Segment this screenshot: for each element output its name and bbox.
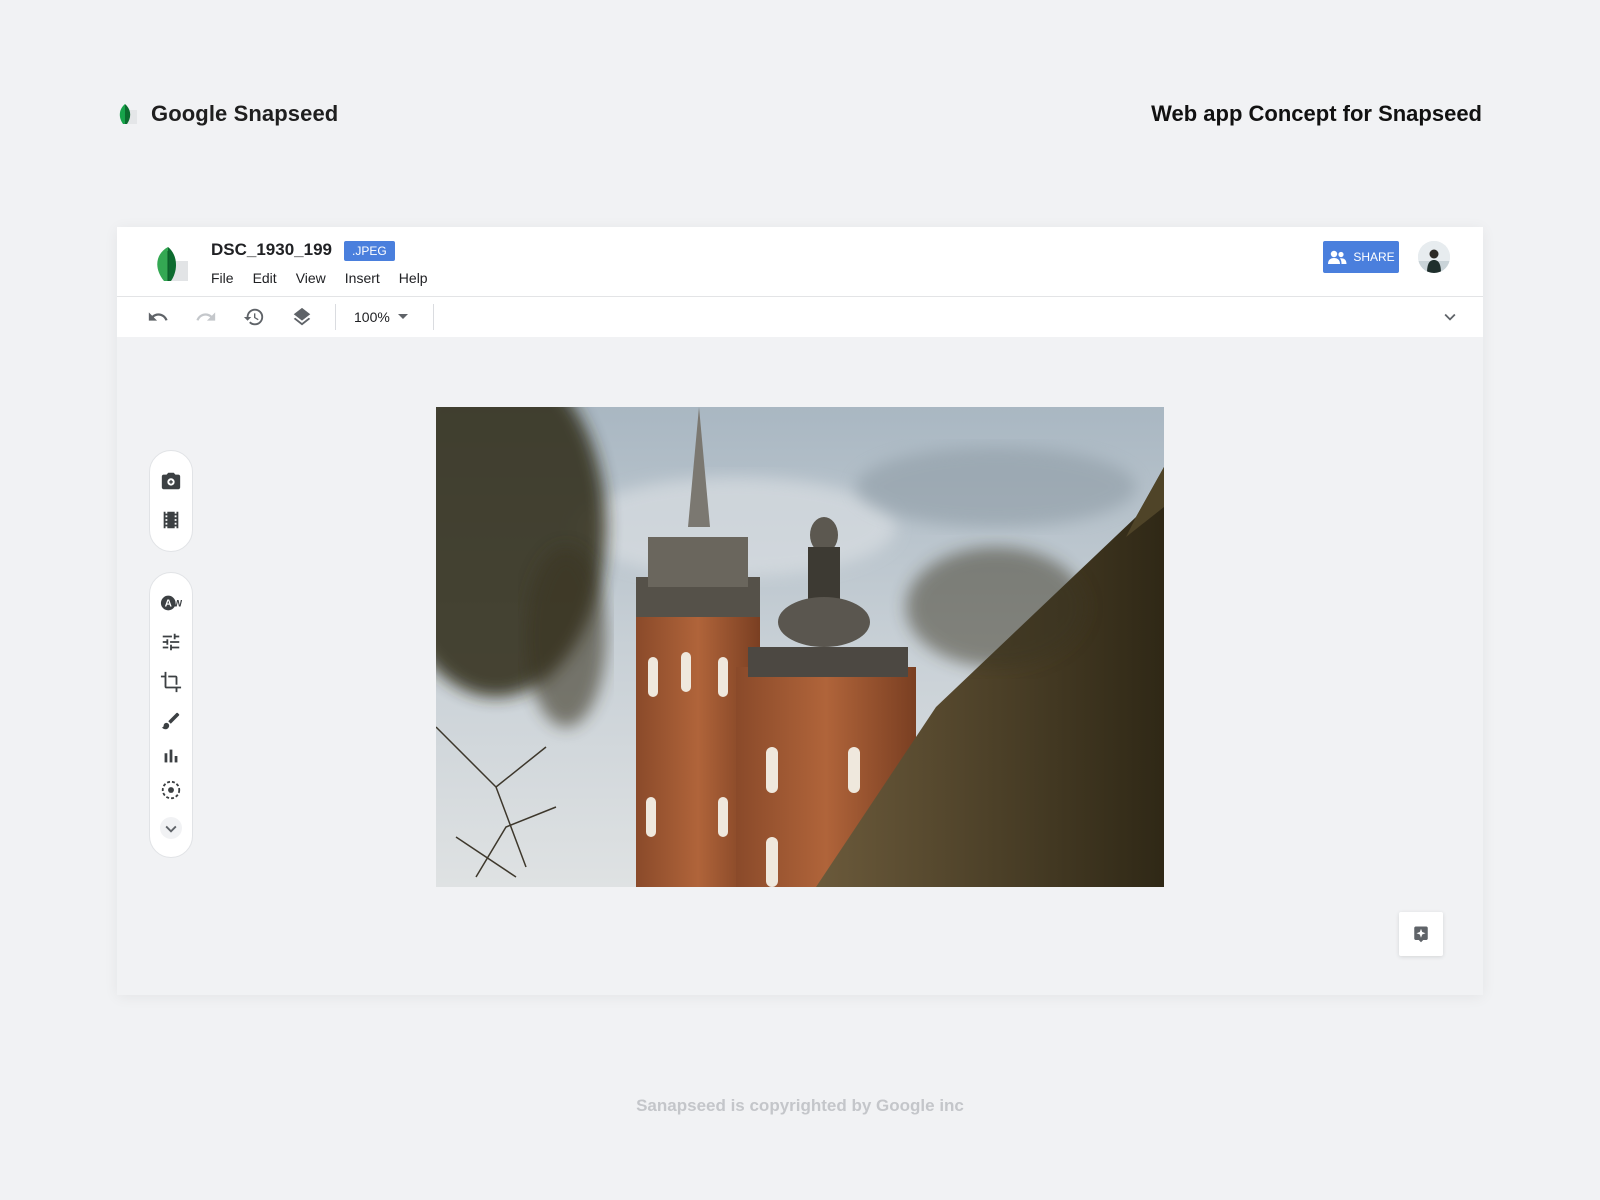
chevron-down-icon[interactable] — [1439, 306, 1461, 328]
svg-text:A: A — [165, 599, 173, 610]
redo-icon[interactable] — [195, 306, 217, 328]
title-bar: DSC_1930_199 .JPEG File Edit View Insert… — [117, 227, 1483, 297]
toolbar-divider — [335, 304, 336, 330]
add-note-icon — [1414, 926, 1428, 943]
histogram-icon[interactable] — [160, 745, 182, 767]
brush-icon[interactable] — [160, 710, 182, 732]
auto-white-balance-icon[interactable]: A W — [160, 592, 182, 614]
camera-icon[interactable] — [160, 470, 182, 492]
document-title[interactable]: DSC_1930_199 — [211, 240, 332, 260]
undo-icon[interactable] — [147, 306, 169, 328]
share-button[interactable]: SHARE — [1323, 241, 1399, 273]
menu-file[interactable]: File — [211, 270, 234, 286]
people-icon — [1328, 250, 1347, 264]
tune-icon[interactable] — [160, 631, 182, 653]
menu-insert[interactable]: Insert — [345, 270, 380, 286]
menu-view[interactable]: View — [296, 270, 326, 286]
church-towers-photo — [436, 407, 1164, 887]
caret-down-icon — [397, 314, 408, 319]
svg-text:W: W — [174, 599, 182, 609]
history-icon[interactable] — [243, 306, 265, 328]
copyright-note: Sanapseed is copyrighted by Google inc — [636, 1096, 964, 1115]
photo-canvas[interactable] — [436, 407, 1164, 887]
brand-lockup: Google Snapseed — [117, 100, 338, 128]
tools-panel: A W — [149, 572, 193, 858]
zoom-select[interactable]: 100% — [354, 307, 408, 327]
snapseed-logo-icon — [119, 104, 137, 124]
layers-icon[interactable] — [291, 306, 313, 328]
chevron-down-icon — [165, 825, 177, 833]
menu-bar: File Edit View Insert Help — [211, 270, 447, 286]
selective-icon[interactable] — [160, 779, 182, 801]
menu-help[interactable]: Help — [399, 270, 428, 286]
feedback-button[interactable] — [1399, 912, 1443, 956]
app-window: DSC_1930_199 .JPEG File Edit View Insert… — [117, 227, 1483, 995]
app-logo-icon — [157, 247, 188, 281]
share-label: SHARE — [1353, 250, 1395, 264]
concept-title: Web app Concept for Snapseed — [1151, 101, 1482, 126]
avatar-photo — [1418, 241, 1450, 273]
avatar[interactable] — [1418, 241, 1450, 273]
more-tools-button[interactable] — [160, 817, 182, 839]
brand-name: Google Snapseed — [151, 101, 339, 126]
zoom-value: 100% — [354, 309, 390, 325]
menu-edit[interactable]: Edit — [253, 270, 277, 286]
capture-panel — [149, 450, 193, 552]
format-badge: .JPEG — [344, 241, 395, 261]
crop-icon[interactable] — [160, 671, 182, 693]
toolbar-divider — [433, 304, 434, 330]
toolbar: 100% — [117, 297, 1483, 337]
film-icon[interactable] — [160, 509, 182, 531]
